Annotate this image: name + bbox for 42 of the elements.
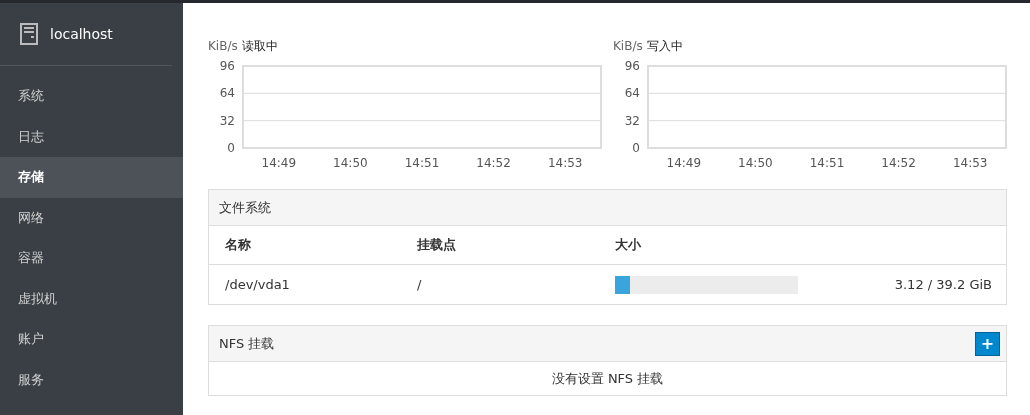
tick-label: 14:52 xyxy=(881,156,916,170)
tick-label: 14:51 xyxy=(809,156,845,170)
tick-label: 14:50 xyxy=(738,156,773,170)
tick-label: 14:52 xyxy=(476,156,511,170)
tick-label: 96 xyxy=(624,59,640,73)
nav-item[interactable]: 账户 xyxy=(0,319,183,360)
nav-item[interactable]: 容器 xyxy=(0,238,183,279)
tick-label: 14:49 xyxy=(666,156,702,170)
tick-label: 14:50 xyxy=(333,156,368,170)
nav-item[interactable]: 服务 xyxy=(0,359,183,400)
tick-label: 14:49 xyxy=(261,156,297,170)
chart-title: 写入中 xyxy=(646,37,683,55)
axis-label: KiB/s xyxy=(613,39,643,53)
host-name[interactable]: localhost xyxy=(50,26,113,42)
axis-label: KiB/s xyxy=(208,39,238,53)
add-button[interactable]: + xyxy=(975,331,1000,356)
nav-item[interactable]: 存储 xyxy=(0,157,183,198)
tick-label: 32 xyxy=(219,113,235,128)
tick-label: 14:53 xyxy=(547,156,583,170)
table-cell-text: / xyxy=(417,277,423,292)
tick-label: 14:51 xyxy=(404,156,440,170)
panel-title: NFS 挂载 xyxy=(219,334,275,353)
tick-label: 64 xyxy=(219,86,235,101)
tick-label: 0 xyxy=(632,141,640,155)
column-header: 挂载点 xyxy=(417,236,457,254)
nav-item[interactable]: 系统 xyxy=(0,76,183,117)
column-header: 名称 xyxy=(225,236,252,254)
nav-item[interactable]: 虚拟机 xyxy=(0,278,183,319)
empty-message: 没有设置 NFS 挂载 xyxy=(550,370,665,388)
table-cell-text: /dev/vda1 xyxy=(225,277,291,292)
tick-label: 96 xyxy=(219,59,235,73)
server-icon xyxy=(20,23,38,45)
nav-item[interactable]: 日志 xyxy=(0,116,183,157)
nav-item[interactable]: 网络 xyxy=(0,197,183,238)
tick-label: 64 xyxy=(624,86,640,101)
panel-title: 文件系统 xyxy=(219,198,271,217)
tick-label: 14:53 xyxy=(952,156,988,170)
tick-label: 0 xyxy=(227,141,235,155)
tick-label: 32 xyxy=(624,113,640,128)
column-header: 大小 xyxy=(615,236,642,254)
table-cell: 3.12 / 39.2 GiB xyxy=(894,277,992,292)
chart-title: 读取中 xyxy=(241,37,278,55)
